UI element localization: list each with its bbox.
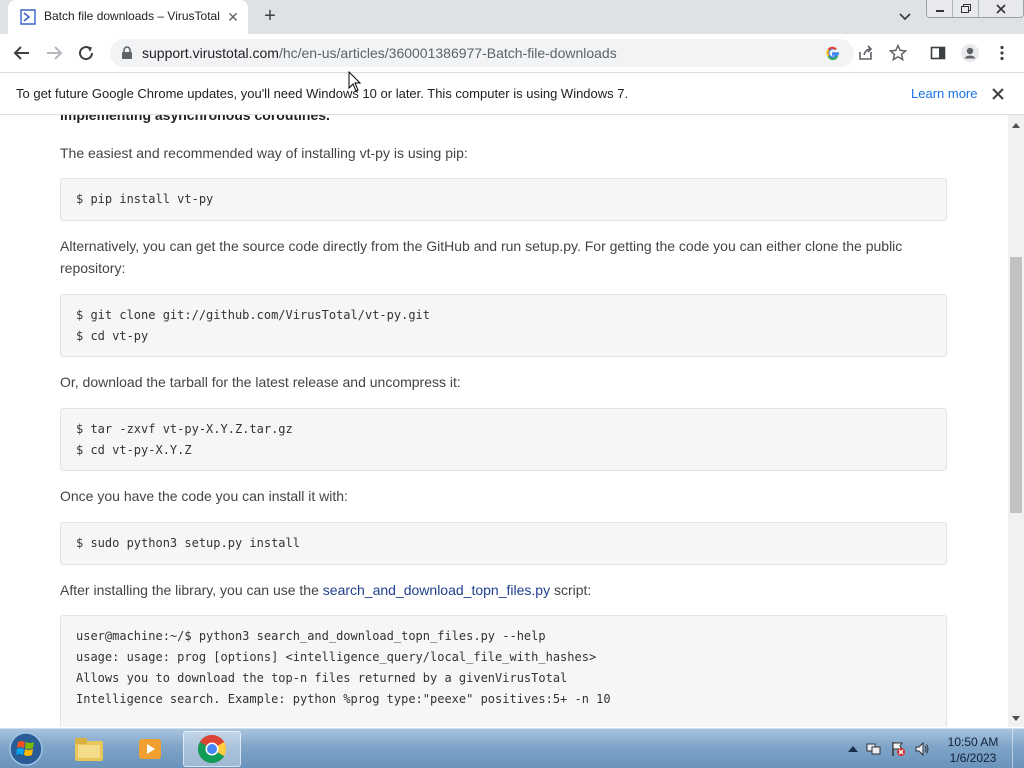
code-line: $ git clone git://github.com/VirusTotal/… <box>76 308 431 322</box>
menu-icon[interactable] <box>992 43 1012 63</box>
windows-explorer-icon[interactable] <box>60 731 118 767</box>
script-link[interactable]: search_and_download_topn_files.py <box>323 582 550 598</box>
install-paragraph: Once you have the code you can install i… <box>60 488 348 504</box>
code-line: $ pip install vt-py <box>76 192 214 206</box>
tarball-paragraph: Or, download the tarball for the latest … <box>60 374 461 390</box>
show-desktop-button[interactable] <box>1012 729 1024 768</box>
tab-search-chevron-icon[interactable] <box>894 7 916 27</box>
code-line: Intelligence search. Example: python %pr… <box>76 692 611 706</box>
clock-date: 1/6/2023 <box>949 751 997 765</box>
scrollbar-thumb[interactable] <box>1010 257 1022 513</box>
scroll-up-icon[interactable] <box>1008 117 1024 133</box>
url-text: support.virustotal.com/hc/en-us/articles… <box>142 45 617 61</box>
clock-time: 10:50 AM <box>947 735 999 749</box>
learn-more-link[interactable]: Learn more <box>911 86 977 101</box>
install-intro-paragraph: The easiest and recommended way of insta… <box>60 145 468 161</box>
lock-icon[interactable] <box>120 46 134 60</box>
code-block-setup-install: $ sudo python3 setup.py install <box>60 522 947 565</box>
window-controls <box>926 0 1024 18</box>
code-line: usage: usage: prog [options] <intelligen… <box>76 650 597 664</box>
media-player-icon[interactable] <box>121 731 179 767</box>
profile-icon[interactable] <box>960 43 980 63</box>
source-code-paragraph: Alternatively, you can get the source co… <box>60 238 903 276</box>
mouse-cursor-icon <box>348 70 362 93</box>
update-infobar: To get future Google Chrome updates, you… <box>0 72 1024 115</box>
url-host: support.virustotal.com <box>142 45 279 61</box>
windows-taskbar: 10:50 AM 1/6/2023 <box>0 728 1024 768</box>
new-tab-button[interactable]: + <box>258 5 282 29</box>
side-panel-icon[interactable] <box>928 43 948 63</box>
code-block-git-clone: $ git clone git://github.com/VirusTotal/… <box>60 294 947 357</box>
show-hidden-icons-icon[interactable] <box>845 741 861 757</box>
action-center-flag-icon[interactable] <box>890 741 906 757</box>
system-clock[interactable]: 10:50 AM 1/6/2023 <box>940 734 1006 766</box>
virustotal-favicon-icon <box>20 9 36 25</box>
screen: Batch file downloads – VirusTotal ✕ + su… <box>0 0 1024 768</box>
script-paragraph-text: After installing the library, you can us… <box>60 582 323 598</box>
page-scrollbar[interactable] <box>1008 115 1024 727</box>
code-line: $ sudo python3 setup.py install <box>76 536 300 550</box>
code-line: $ tar -zxvf vt-py-X.Y.Z.tar.gz <box>76 422 293 436</box>
partial-heading: implementing asynchronous coroutines. <box>60 115 330 123</box>
page-content: implementing asynchronous coroutines. Th… <box>0 115 1008 727</box>
code-block-tarball: $ tar -zxvf vt-py-X.Y.Z.tar.gz $ cd vt-p… <box>60 408 947 471</box>
address-bar[interactable]: support.virustotal.com/hc/en-us/articles… <box>110 39 854 67</box>
forward-icon[interactable] <box>42 41 66 65</box>
network-icon[interactable] <box>866 741 882 757</box>
code-line: Allows you to download the top-n files r… <box>76 671 568 685</box>
script-paragraph-text-end: script: <box>550 582 592 598</box>
restore-button[interactable] <box>953 0 979 17</box>
tab-virustotal[interactable]: Batch file downloads – VirusTotal ✕ <box>8 0 248 34</box>
volume-icon[interactable] <box>914 741 930 757</box>
code-line: user@machine:~/$ python3 search_and_down… <box>76 629 546 643</box>
reload-icon[interactable] <box>74 41 98 65</box>
tab-strip: Batch file downloads – VirusTotal ✕ + <box>0 0 1024 34</box>
star-icon[interactable] <box>888 43 908 63</box>
tab-close-icon[interactable]: ✕ <box>224 8 242 26</box>
script-paragraph: After installing the library, you can us… <box>60 579 591 601</box>
browser-toolbar: support.virustotal.com/hc/en-us/articles… <box>0 34 1024 72</box>
share-icon[interactable] <box>856 43 876 63</box>
code-line: $ cd vt-py <box>76 329 149 343</box>
minimize-button[interactable] <box>927 0 953 17</box>
start-button[interactable] <box>6 731 46 767</box>
google-chrome-icon[interactable] <box>183 731 241 767</box>
close-window-button[interactable] <box>979 0 1023 17</box>
infobar-message: To get future Google Chrome updates, you… <box>16 86 629 101</box>
infobar-close-icon[interactable] <box>989 85 1007 103</box>
google-icon[interactable] <box>824 44 842 62</box>
scroll-down-icon[interactable] <box>1008 711 1024 727</box>
back-icon[interactable] <box>10 41 34 65</box>
url-path: /hc/en-us/articles/360001386977-Batch-fi… <box>278 45 617 61</box>
code-block-pip: $ pip install vt-py <box>60 178 947 221</box>
code-block-script-help: user@machine:~/$ python3 search_and_down… <box>60 615 947 727</box>
code-line: $ cd vt-py-X.Y.Z <box>76 443 192 457</box>
tab-title: Batch file downloads – VirusTotal <box>44 9 220 23</box>
